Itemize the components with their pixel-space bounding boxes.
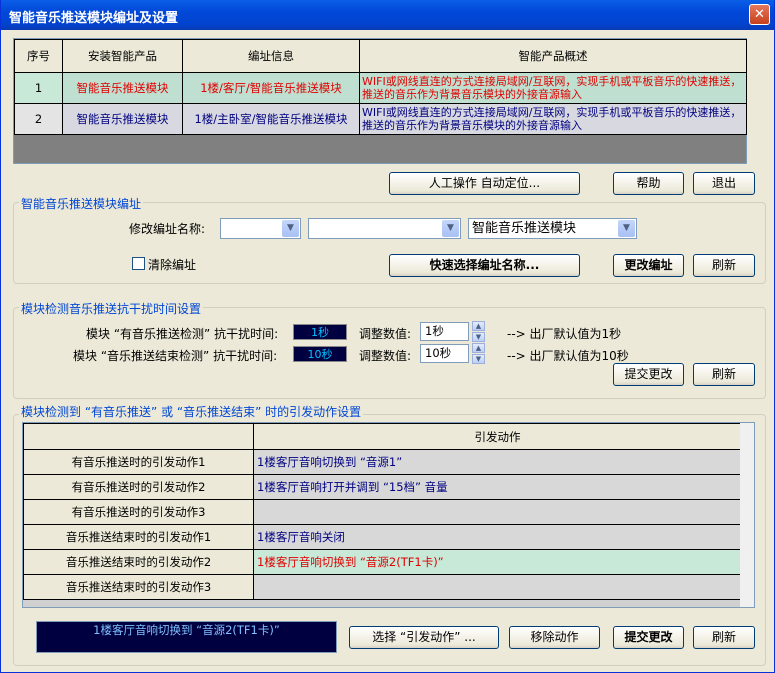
chevron-down-icon[interactable]: ▼ <box>442 220 459 237</box>
detect-adjust-label: 调整数值: <box>359 327 412 341</box>
action-table-header: 引发动作 <box>23 423 742 450</box>
help-button[interactable]: 帮助 <box>613 172 684 195</box>
end-default-note: --> 出厂默认值为10秒 <box>507 349 629 363</box>
address-combo-room[interactable]: ▼ <box>308 218 461 239</box>
dialog-window: 智能音乐推送模块编址及设置 ✕ 序号 安装智能产品 编址信息 智能产品概述 1 … <box>0 0 775 673</box>
action-value[interactable]: 1楼客厅音响打开并调到 “15档” 音量 <box>253 474 742 500</box>
header-product[interactable]: 安装智能产品 <box>62 39 183 73</box>
remove-action-button[interactable]: 移除动作 <box>509 626 600 649</box>
detect-time-input[interactable]: 1秒 <box>420 322 469 341</box>
table-row[interactable]: 音乐推送结束时的引发动作2 1楼客厅音响切换到 “音源2(TF1卡)” <box>23 549 742 575</box>
header-blank <box>23 423 254 450</box>
spin-up-icon[interactable]: ▲ <box>472 321 485 331</box>
cell-desc[interactable]: WIFI或网线直连的方式连接局域网/互联网，实现手机或平板音乐的快速推送，推送的… <box>359 103 747 135</box>
header-action[interactable]: 引发动作 <box>253 423 742 450</box>
cell-address[interactable]: 1楼/客厅/智能音乐推送模块 <box>182 72 360 104</box>
close-button[interactable]: ✕ <box>749 4 770 25</box>
action-value[interactable]: 1楼客厅音响关闭 <box>253 524 742 550</box>
table-row[interactable]: 1 智能音乐推送模块 1楼/客厅/智能音乐推送模块 WIFI或网线直连的方式连接… <box>14 72 747 104</box>
submit-timing-button[interactable]: 提交更改 <box>613 363 684 386</box>
end-adjust-label: 调整数值: <box>359 349 412 363</box>
timing-group-title: 模块检测音乐推送抗干扰时间设置 <box>19 300 204 317</box>
action-label[interactable]: 音乐推送结束时的引发动作1 <box>23 524 254 550</box>
detect-default-note: --> 出厂默认值为1秒 <box>507 327 622 341</box>
cell-product[interactable]: 智能音乐推送模块 <box>62 103 183 135</box>
action-grid: 引发动作 有音乐推送时的引发动作1 1楼客厅音响切换到 “音源1” 有音乐推送时… <box>22 422 755 608</box>
chevron-down-icon[interactable]: ▼ <box>282 220 299 237</box>
action-value[interactable]: 1楼客厅音响切换到 “音源1” <box>253 449 742 475</box>
detect-time-label: 模块 “有音乐推送检测” 抗干扰时间: <box>86 327 279 341</box>
combo-value: 智能音乐推送模块 <box>472 221 577 236</box>
table-row[interactable]: 2 智能音乐推送模块 1楼/主卧室/智能音乐推送模块 WIFI或网线直连的方式连… <box>14 103 747 135</box>
clear-address-label[interactable]: 清除编址 <box>148 256 196 273</box>
manual-locate-button[interactable]: 人工操作 自动定位... <box>389 172 580 195</box>
product-grid: 序号 安装智能产品 编址信息 智能产品概述 1 智能音乐推送模块 1楼/客厅/智… <box>13 38 747 164</box>
submit-action-button[interactable]: 提交更改 <box>613 626 684 649</box>
product-table: 序号 安装智能产品 编址信息 智能产品概述 1 智能音乐推送模块 1楼/客厅/智… <box>14 39 747 135</box>
action-value[interactable] <box>253 574 742 600</box>
end-time-label: 模块 “音乐推送结束检测” 抗干扰时间: <box>73 349 278 363</box>
table-row[interactable]: 有音乐推送时的引发动作1 1楼客厅音响切换到 “音源1” <box>23 449 742 475</box>
action-label[interactable]: 有音乐推送时的引发动作1 <box>23 449 254 475</box>
address-combo-floor[interactable]: ▼ <box>220 218 301 239</box>
spin-down-icon[interactable]: ▼ <box>472 354 485 364</box>
table-row[interactable]: 有音乐推送时的引发动作2 1楼客厅音响打开并调到 “15档” 音量 <box>23 474 742 500</box>
action-label[interactable]: 有音乐推送时的引发动作3 <box>23 499 254 525</box>
action-value[interactable] <box>253 499 742 525</box>
table-row[interactable]: 有音乐推送时的引发动作3 <box>23 499 742 525</box>
action-label[interactable]: 音乐推送结束时的引发动作2 <box>23 549 254 575</box>
select-action-button[interactable]: 选择 “引发动作” ... <box>349 626 499 649</box>
cell-product[interactable]: 智能音乐推送模块 <box>62 72 183 104</box>
quick-select-button[interactable]: 快速选择编址名称... <box>389 254 580 277</box>
spin-up-icon[interactable]: ▲ <box>472 343 485 353</box>
refresh-action-button[interactable]: 刷新 <box>693 626 755 649</box>
spin-down-icon[interactable]: ▼ <box>472 332 485 342</box>
name-label: 修改编址名称: <box>129 222 206 236</box>
refresh-address-button[interactable]: 刷新 <box>693 254 755 277</box>
cell-no[interactable]: 2 <box>14 103 63 135</box>
address-combo-product[interactable]: 智能音乐推送模块 ▼ <box>468 218 637 239</box>
action-value[interactable]: 1楼客厅音响切换到 “音源2(TF1卡)” <box>253 549 742 575</box>
refresh-timing-button[interactable]: 刷新 <box>693 363 755 386</box>
table-row[interactable]: 音乐推送结束时的引发动作3 <box>23 574 742 600</box>
clear-address-checkbox[interactable] <box>132 257 145 270</box>
selected-action-display: 1楼客厅音响切换到 “音源2(TF1卡)” <box>36 621 337 653</box>
header-desc[interactable]: 智能产品概述 <box>359 39 747 73</box>
action-label[interactable]: 有音乐推送时的引发动作2 <box>23 474 254 500</box>
action-group-title: 模块检测到 “有音乐推送” 或 “音乐推送结束” 时的引发动作设置 <box>19 403 364 420</box>
end-time-input[interactable]: 10秒 <box>420 344 469 363</box>
vertical-scrollbar[interactable] <box>740 423 754 607</box>
cell-no[interactable]: 1 <box>14 72 63 104</box>
address-edit-group-title: 智能音乐推送模块编址 <box>19 195 144 212</box>
chevron-down-icon[interactable]: ▼ <box>618 220 635 237</box>
header-no[interactable]: 序号 <box>14 39 63 73</box>
end-time-display: 10秒 <box>293 346 347 362</box>
dialog-client: 序号 安装智能产品 编址信息 智能产品概述 1 智能音乐推送模块 1楼/客厅/智… <box>1 30 774 672</box>
product-table-header: 序号 安装智能产品 编址信息 智能产品概述 <box>14 39 747 73</box>
cell-address[interactable]: 1楼/主卧室/智能音乐推送模块 <box>182 103 360 135</box>
cell-desc[interactable]: WIFI或网线直连的方式连接局域网/互联网，实现手机或平板音乐的快速推送，推送的… <box>359 72 747 104</box>
title-bar: 智能音乐推送模块编址及设置 ✕ <box>1 0 774 30</box>
detect-time-display: 1秒 <box>293 324 347 340</box>
table-row[interactable]: 音乐推送结束时的引发动作1 1楼客厅音响关闭 <box>23 524 742 550</box>
exit-button[interactable]: 退出 <box>693 172 755 195</box>
header-address[interactable]: 编址信息 <box>182 39 360 73</box>
action-table: 引发动作 有音乐推送时的引发动作1 1楼客厅音响切换到 “音源1” 有音乐推送时… <box>23 423 742 600</box>
window-title: 智能音乐推送模块编址及设置 <box>9 11 179 26</box>
action-label[interactable]: 音乐推送结束时的引发动作3 <box>23 574 254 600</box>
change-address-button[interactable]: 更改编址 <box>613 254 684 277</box>
